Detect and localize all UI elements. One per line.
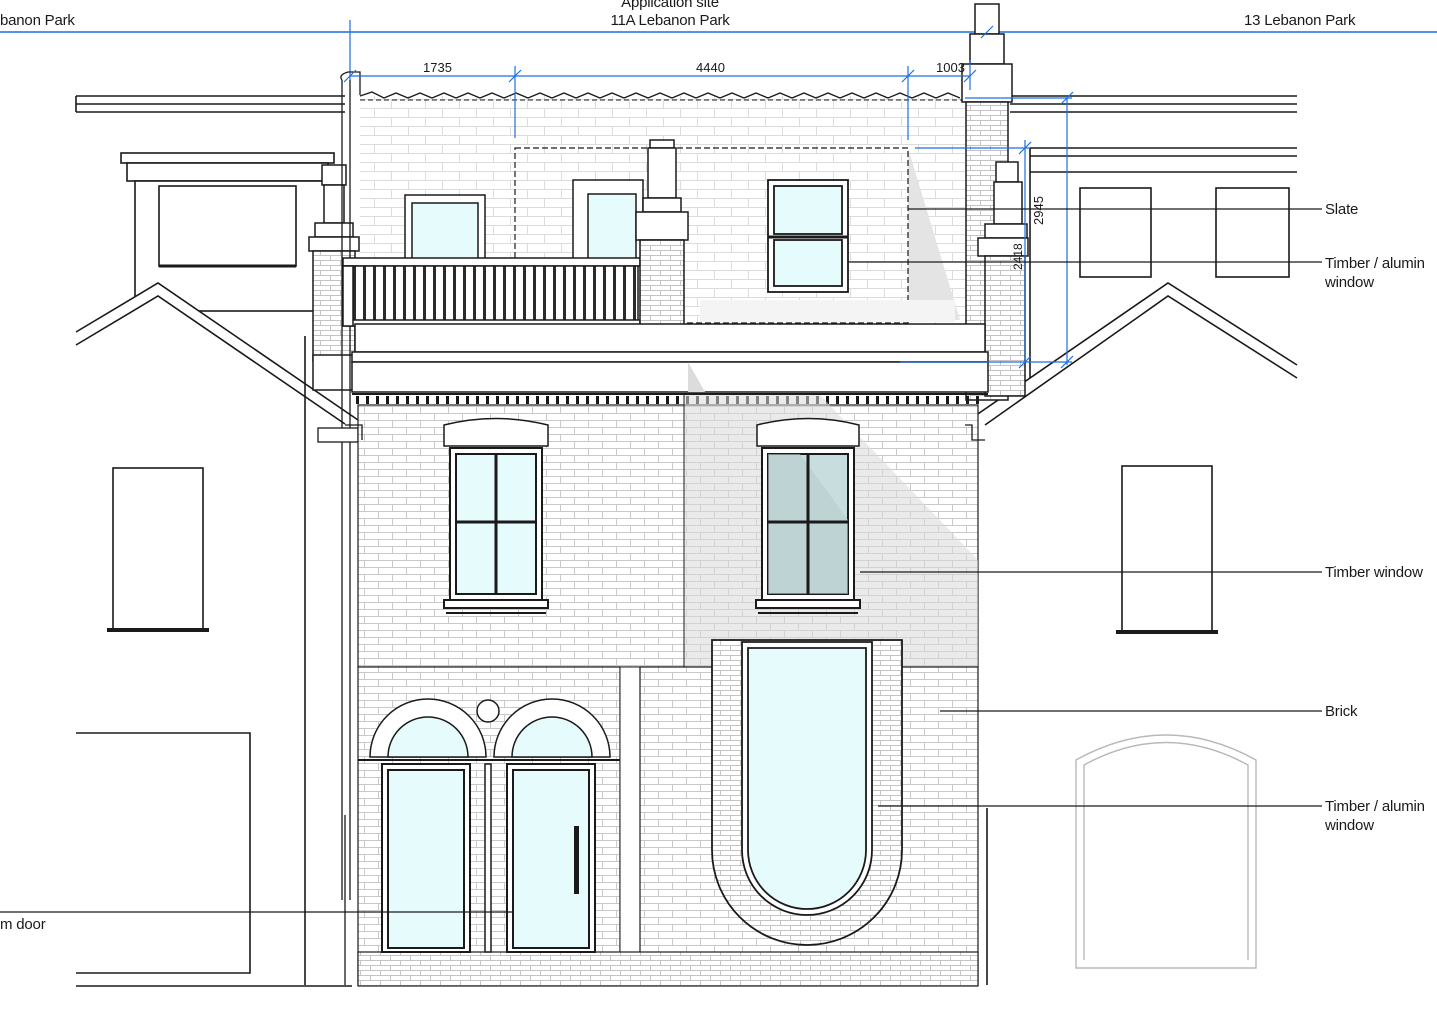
dentils [356, 396, 979, 404]
dentil [916, 396, 919, 404]
dentil [406, 396, 409, 404]
dimension-1003: 1003 [936, 60, 965, 75]
rear-elevation-drawing [0, 3, 1437, 987]
door-mullion [484, 763, 492, 953]
application-site-line1: Application site [621, 0, 719, 11]
dentil [976, 396, 979, 404]
right-neighbour-arched-door [1075, 734, 1257, 969]
tall-round-window [711, 639, 903, 946]
dentil [906, 396, 909, 404]
dentil [566, 396, 569, 404]
roof-window-left [404, 194, 486, 264]
annotation-roof-window-line2: window [1325, 274, 1374, 291]
dentil [546, 396, 549, 404]
dentil [466, 396, 469, 404]
dentil [386, 396, 389, 404]
annotation-ground-window: Timber / alumin window [1325, 797, 1425, 835]
dentil-course [352, 393, 988, 395]
dentil [926, 396, 929, 404]
dentil [846, 396, 849, 404]
dentil [946, 396, 949, 404]
french-door-left [381, 763, 471, 953]
dentil [586, 396, 589, 404]
dentil [516, 396, 519, 404]
dentil [486, 396, 489, 404]
annotation-roof-window: Timber / alumin window [1325, 254, 1425, 292]
dentil [506, 396, 509, 404]
annotation-roof-window-line1: Timber / alumin [1325, 255, 1425, 272]
annotation-ground-window-line1: Timber / alumin [1325, 798, 1425, 815]
dimension-4440: 4440 [696, 60, 725, 75]
application-site-line2: 11A Lebanon Park [610, 12, 730, 29]
eaves-band [351, 323, 989, 393]
dentil [356, 396, 359, 404]
roof-terrace-balustrade [342, 257, 641, 327]
roof-sash-window [767, 179, 849, 293]
dentil [396, 396, 399, 404]
dimension-2418: 2418 [1011, 243, 1025, 270]
dentil [866, 396, 869, 404]
dentil [856, 396, 859, 404]
dentil [936, 396, 939, 404]
first-floor-window-right [755, 417, 861, 614]
dentil [526, 396, 529, 404]
annotation-slate: Slate [1325, 201, 1359, 218]
left-neighbour-label: banon Park [0, 12, 75, 29]
right-neighbour-label: 13 Lebanon Park [1244, 12, 1356, 29]
annotation-door: m door [0, 916, 46, 933]
dentil [646, 396, 649, 404]
dentil [616, 396, 619, 404]
dentil [656, 396, 659, 404]
dentil [376, 396, 379, 404]
dentil [836, 396, 839, 404]
dentil [886, 396, 889, 404]
application-site-label: Application site 11A Lebanon Park [600, 0, 740, 30]
dentil [626, 396, 629, 404]
dentil [416, 396, 419, 404]
dentil [966, 396, 969, 404]
dentil [636, 396, 639, 404]
dimension-1735: 1735 [423, 60, 452, 75]
french-door-right [506, 763, 596, 953]
dentil [896, 396, 899, 404]
ground-floor-brickwork-pier [619, 666, 641, 958]
dentil [436, 396, 439, 404]
dentil [676, 396, 679, 404]
plinth [357, 951, 979, 987]
dentil [426, 396, 429, 404]
dentil [446, 396, 449, 404]
roundel [476, 699, 500, 723]
dentil [366, 396, 369, 404]
annotation-timber-window: Timber window [1325, 564, 1423, 581]
dentil [606, 396, 609, 404]
dentil [536, 396, 539, 404]
first-floor-window-left [443, 417, 549, 614]
dentil [576, 396, 579, 404]
annotation-ground-window-line2: window [1325, 817, 1374, 834]
dentil [596, 396, 599, 404]
dentil [476, 396, 479, 404]
roof-window-middle [572, 179, 644, 264]
dimension-2945: 2945 [1031, 196, 1046, 225]
annotation-brick: Brick [1325, 703, 1358, 720]
dentil [496, 396, 499, 404]
dentil [956, 396, 959, 404]
dentil [556, 396, 559, 404]
dentil [876, 396, 879, 404]
dentil [456, 396, 459, 404]
dentil [666, 396, 669, 404]
